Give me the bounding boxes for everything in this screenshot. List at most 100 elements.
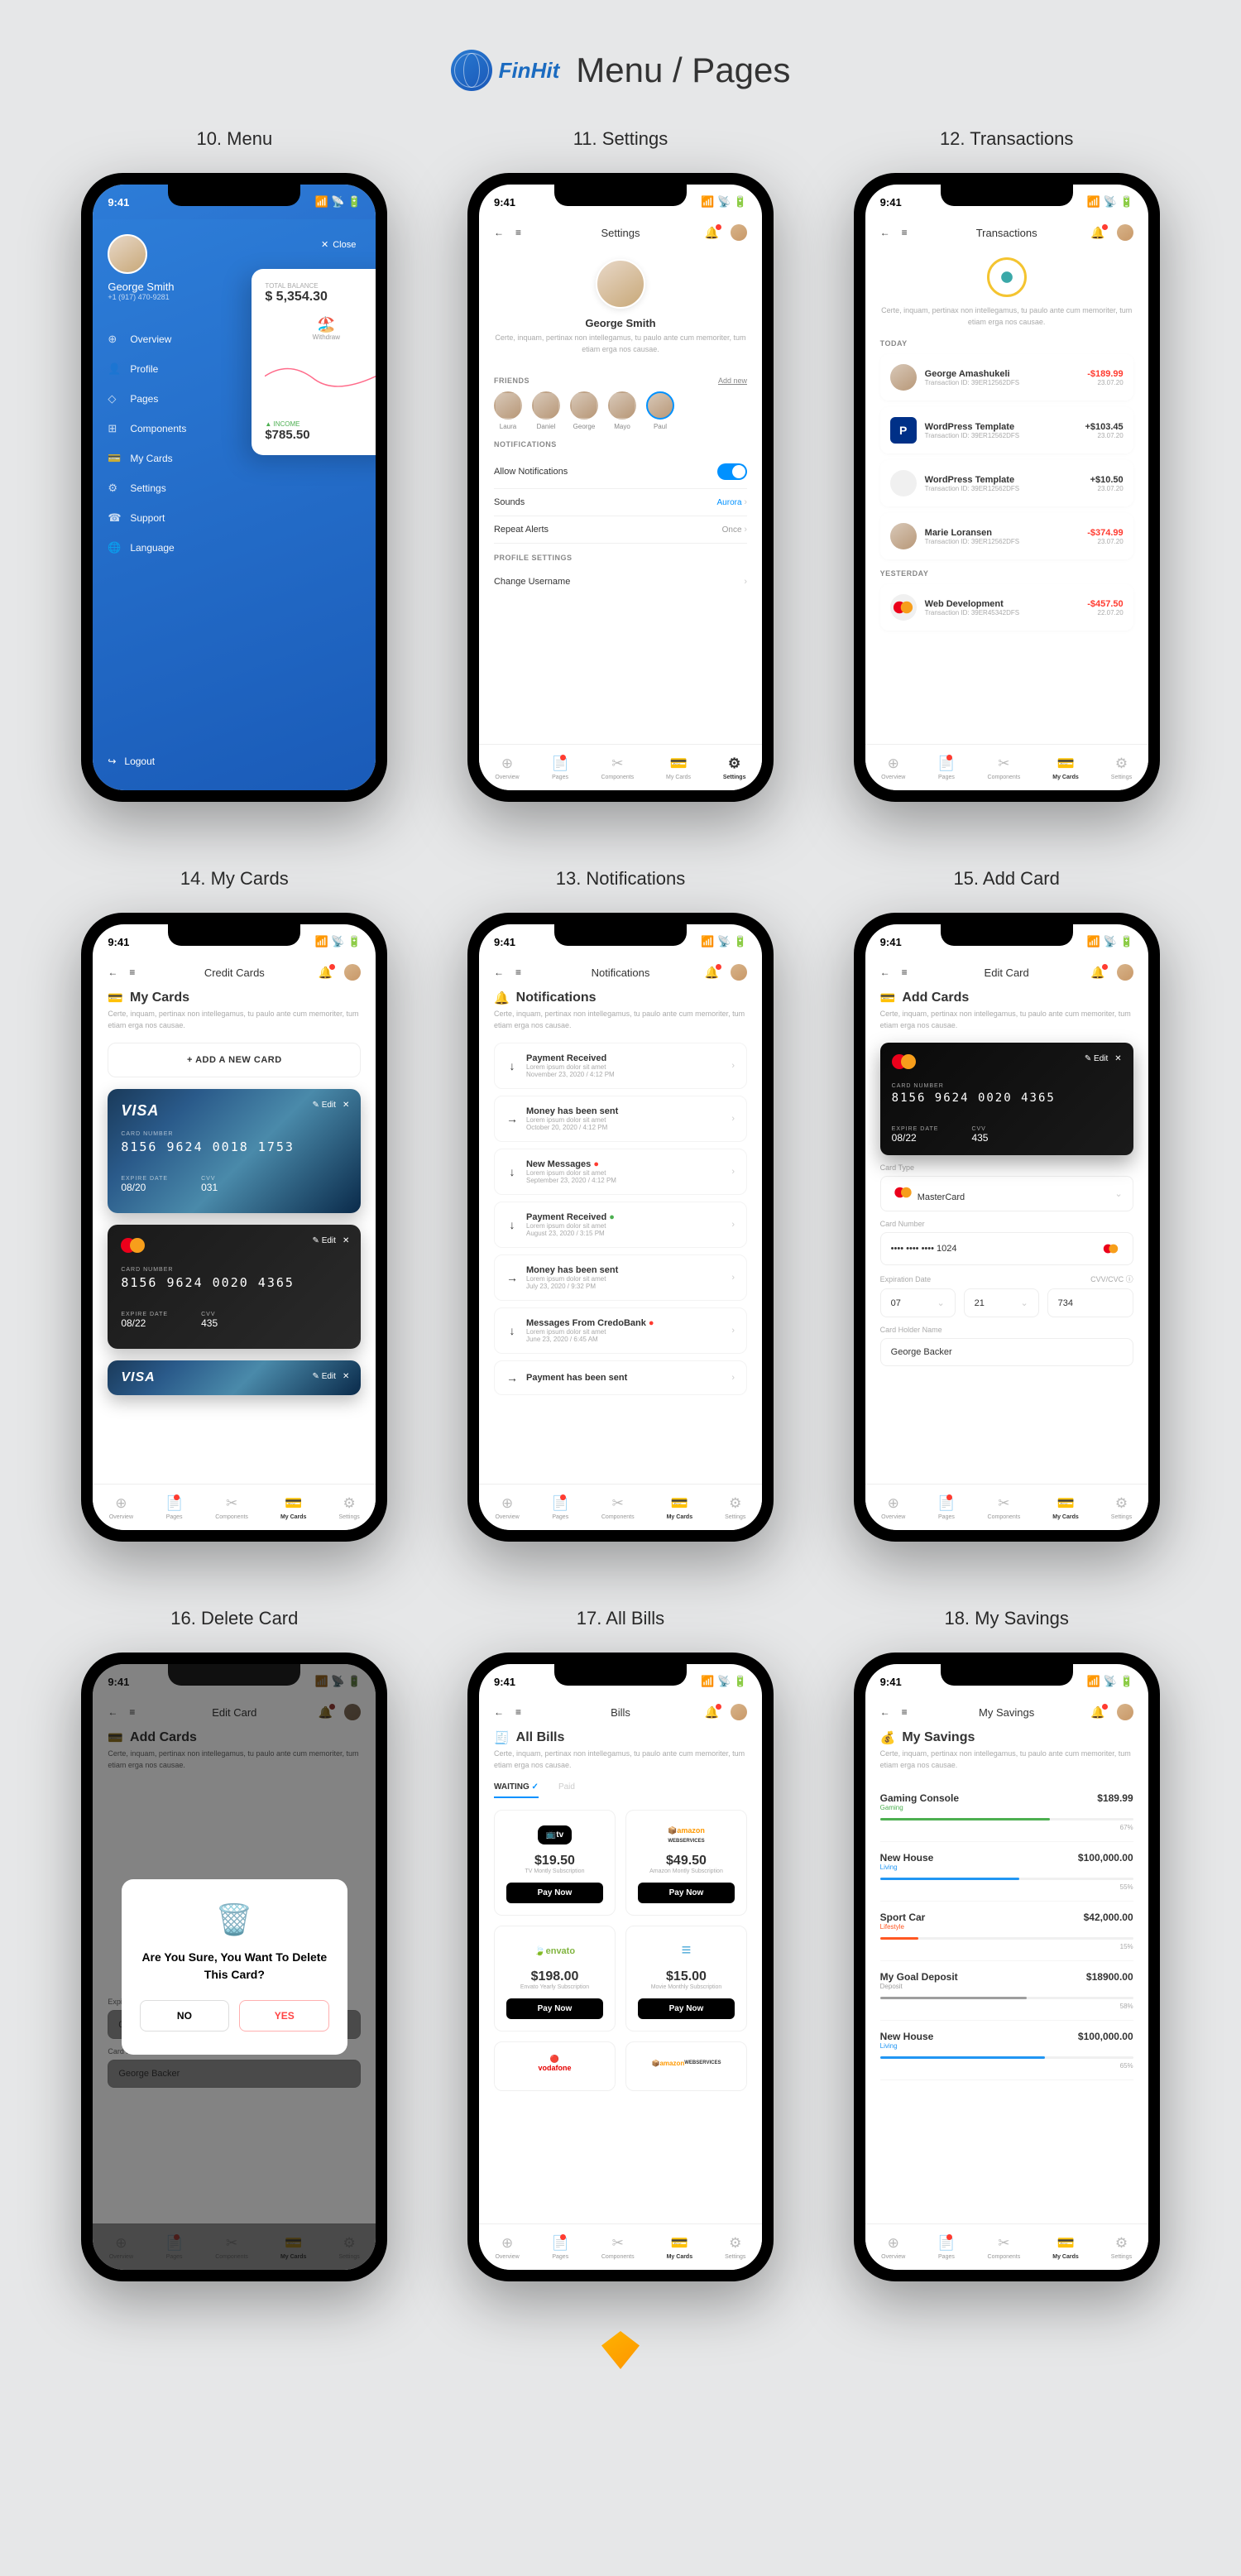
friend-avatar[interactable]: Paul [646,391,674,430]
menu-icon[interactable]: ≡ [902,1706,908,1718]
bell-icon[interactable]: 🔔 [705,226,719,240]
avatar[interactable] [344,964,361,981]
notification-row[interactable]: →Money has been sentLorem ipsum dolor si… [494,1254,747,1301]
close-icon[interactable]: ✕ [343,1101,349,1110]
saving-row[interactable]: My Goal DepositDeposit$18900.0058% [880,1961,1133,2021]
notification-row[interactable]: →Money has been sentLorem ipsum dolor si… [494,1096,747,1142]
modal-yes-button[interactable]: YES [239,2000,329,2032]
menu-icon[interactable]: ≡ [902,227,908,238]
nav-components[interactable]: ✂Components [988,756,1021,780]
avatar[interactable] [108,234,147,274]
tab-paid[interactable]: Paid [558,1782,575,1798]
pay-now-button[interactable]: Pay Now [506,1998,603,2019]
pay-now-button[interactable]: Pay Now [638,1998,735,2019]
nav-settings[interactable]: ⚙Settings [1111,756,1132,780]
avatar[interactable] [1117,1704,1133,1720]
add-friend-link[interactable]: Add new [718,377,747,385]
info-icon[interactable]: ⓘ [1126,1275,1133,1283]
friend-avatar[interactable]: Laura [494,391,522,430]
back-icon[interactable]: ← [880,1706,890,1718]
menu-item-my-cards[interactable]: 💳My Cards [108,444,272,473]
nav-components[interactable]: ✂Components [601,2235,635,2260]
notification-row[interactable]: ↓Payment Received ●Lorem ipsum dolor sit… [494,1202,747,1248]
bell-icon[interactable]: 🔔 [1090,1705,1104,1720]
nav-settings[interactable]: ⚙Settings [338,1495,359,1520]
friend-avatar[interactable]: Daniel [532,391,560,430]
transaction-row[interactable]: WordPress TemplateTransaction ID: 39ER12… [880,460,1133,506]
nav-overview[interactable]: ⊕Overview [881,756,905,780]
nav-pages[interactable]: 📄Pages [165,1495,183,1520]
menu-item-language[interactable]: 🌐Language [108,533,272,563]
avatar[interactable] [731,1704,747,1720]
back-icon[interactable]: ← [880,967,890,978]
back-icon[interactable]: ← [494,1706,504,1718]
edit-card-icon[interactable]: ✎ Edit [313,1372,336,1381]
nav-components[interactable]: ✂Components [601,1495,635,1520]
card-type-select[interactable]: MasterCard⌄ [880,1176,1133,1211]
modal-no-button[interactable]: NO [140,2000,230,2032]
nav-mycards[interactable]: 💳My Cards [1052,1495,1079,1520]
nav-pages[interactable]: 📄Pages [552,1495,569,1520]
nav-mycards[interactable]: 💳My Cards [666,756,691,780]
nav-components[interactable]: ✂Components [601,756,634,780]
credit-card-visa-peek[interactable]: ✎ Edit✕ VISA [108,1360,361,1395]
allow-notifications-toggle[interactable] [717,463,747,480]
menu-item-components[interactable]: ⊞Components [108,414,272,444]
menu-icon[interactable]: ≡ [515,967,521,978]
nav-components[interactable]: ✂Components [988,2235,1021,2260]
nav-mycards[interactable]: 💳My Cards [667,1495,693,1520]
notification-row[interactable]: →Payment has been sent› [494,1360,747,1395]
nav-pages[interactable]: 📄Pages [551,756,568,780]
exp-year-select[interactable]: 21⌄ [964,1288,1039,1317]
nav-overview[interactable]: ⊕Overview [109,1495,133,1520]
nav-mycards[interactable]: 💳My Cards [667,2235,693,2260]
menu-item-pages[interactable]: ◇Pages [108,384,272,414]
nav-settings[interactable]: ⚙Settings [1111,2235,1132,2260]
notification-row[interactable]: ↓New Messages ●Lorem ipsum dolor sit ame… [494,1149,747,1195]
transaction-row[interactable]: Web DevelopmentTransaction ID: 39ER45342… [880,584,1133,631]
saving-row[interactable]: New HouseLiving$100,000.0065% [880,2021,1133,2080]
bell-icon[interactable]: 🔔 [1090,226,1104,240]
profile-avatar[interactable] [596,259,645,309]
repeat-value[interactable]: Once [722,525,742,535]
menu-icon[interactable]: ≡ [515,1706,521,1718]
bell-icon[interactable]: 🔔 [705,966,719,980]
nav-pages[interactable]: 📄Pages [552,2235,569,2260]
avatar[interactable] [1117,224,1133,241]
delete-modal-overlay[interactable]: 🗑️ Are You Sure, You Want To Delete This… [93,1664,376,2270]
logout-button[interactable]: ↪ Logout [108,756,155,767]
avatar[interactable] [1117,964,1133,981]
avatar[interactable] [731,224,747,241]
pay-now-button[interactable]: Pay Now [638,1883,735,1903]
nav-settings[interactable]: ⚙Settings [725,2235,745,2260]
close-icon[interactable]: ✕ [343,1372,349,1381]
credit-card-mastercard[interactable]: ✎ Edit✕ CARD NUMBER 8156 9624 0020 4365 … [108,1225,361,1349]
nav-settings[interactable]: ⚙Settings [1111,1495,1132,1520]
nav-overview[interactable]: ⊕Overview [881,1495,905,1520]
nav-settings[interactable]: ⚙Settings [725,1495,745,1520]
nav-pages[interactable]: 📄Pages [937,1495,955,1520]
menu-item-settings[interactable]: ⚙Settings [108,473,272,503]
nav-overview[interactable]: ⊕Overview [881,2235,905,2260]
back-icon[interactable]: ← [494,967,504,978]
pay-now-button[interactable]: Pay Now [506,1883,603,1903]
back-icon[interactable]: ← [494,227,504,238]
menu-icon[interactable]: ≡ [902,967,908,978]
close-icon[interactable]: ✕ [1114,1054,1121,1063]
edit-card-icon[interactable]: ✎ Edit [313,1236,336,1245]
tab-waiting[interactable]: WAITING ✓ [494,1782,539,1798]
sounds-value[interactable]: Aurora [717,498,742,507]
nav-pages[interactable]: 📄Pages [937,2235,955,2260]
nav-overview[interactable]: ⊕Overview [495,756,519,780]
notification-row[interactable]: ↓Messages From CredoBank ●Lorem ipsum do… [494,1307,747,1354]
change-username[interactable]: Change Username [494,577,570,587]
edit-card-icon[interactable]: ✎ Edit [1085,1054,1108,1063]
add-new-card-button[interactable]: + ADD A NEW CARD [108,1043,361,1077]
bell-icon[interactable]: 🔔 [1090,966,1104,980]
nav-pages[interactable]: 📄Pages [937,756,955,780]
cvv-input[interactable]: 734 [1047,1288,1133,1317]
transaction-row[interactable]: Marie LoransenTransaction ID: 39ER12562D… [880,513,1133,559]
saving-row[interactable]: Gaming ConsoleGaming$189.9967% [880,1782,1133,1842]
holder-input[interactable]: George Backer [880,1338,1133,1366]
nav-components[interactable]: ✂Components [988,1495,1021,1520]
